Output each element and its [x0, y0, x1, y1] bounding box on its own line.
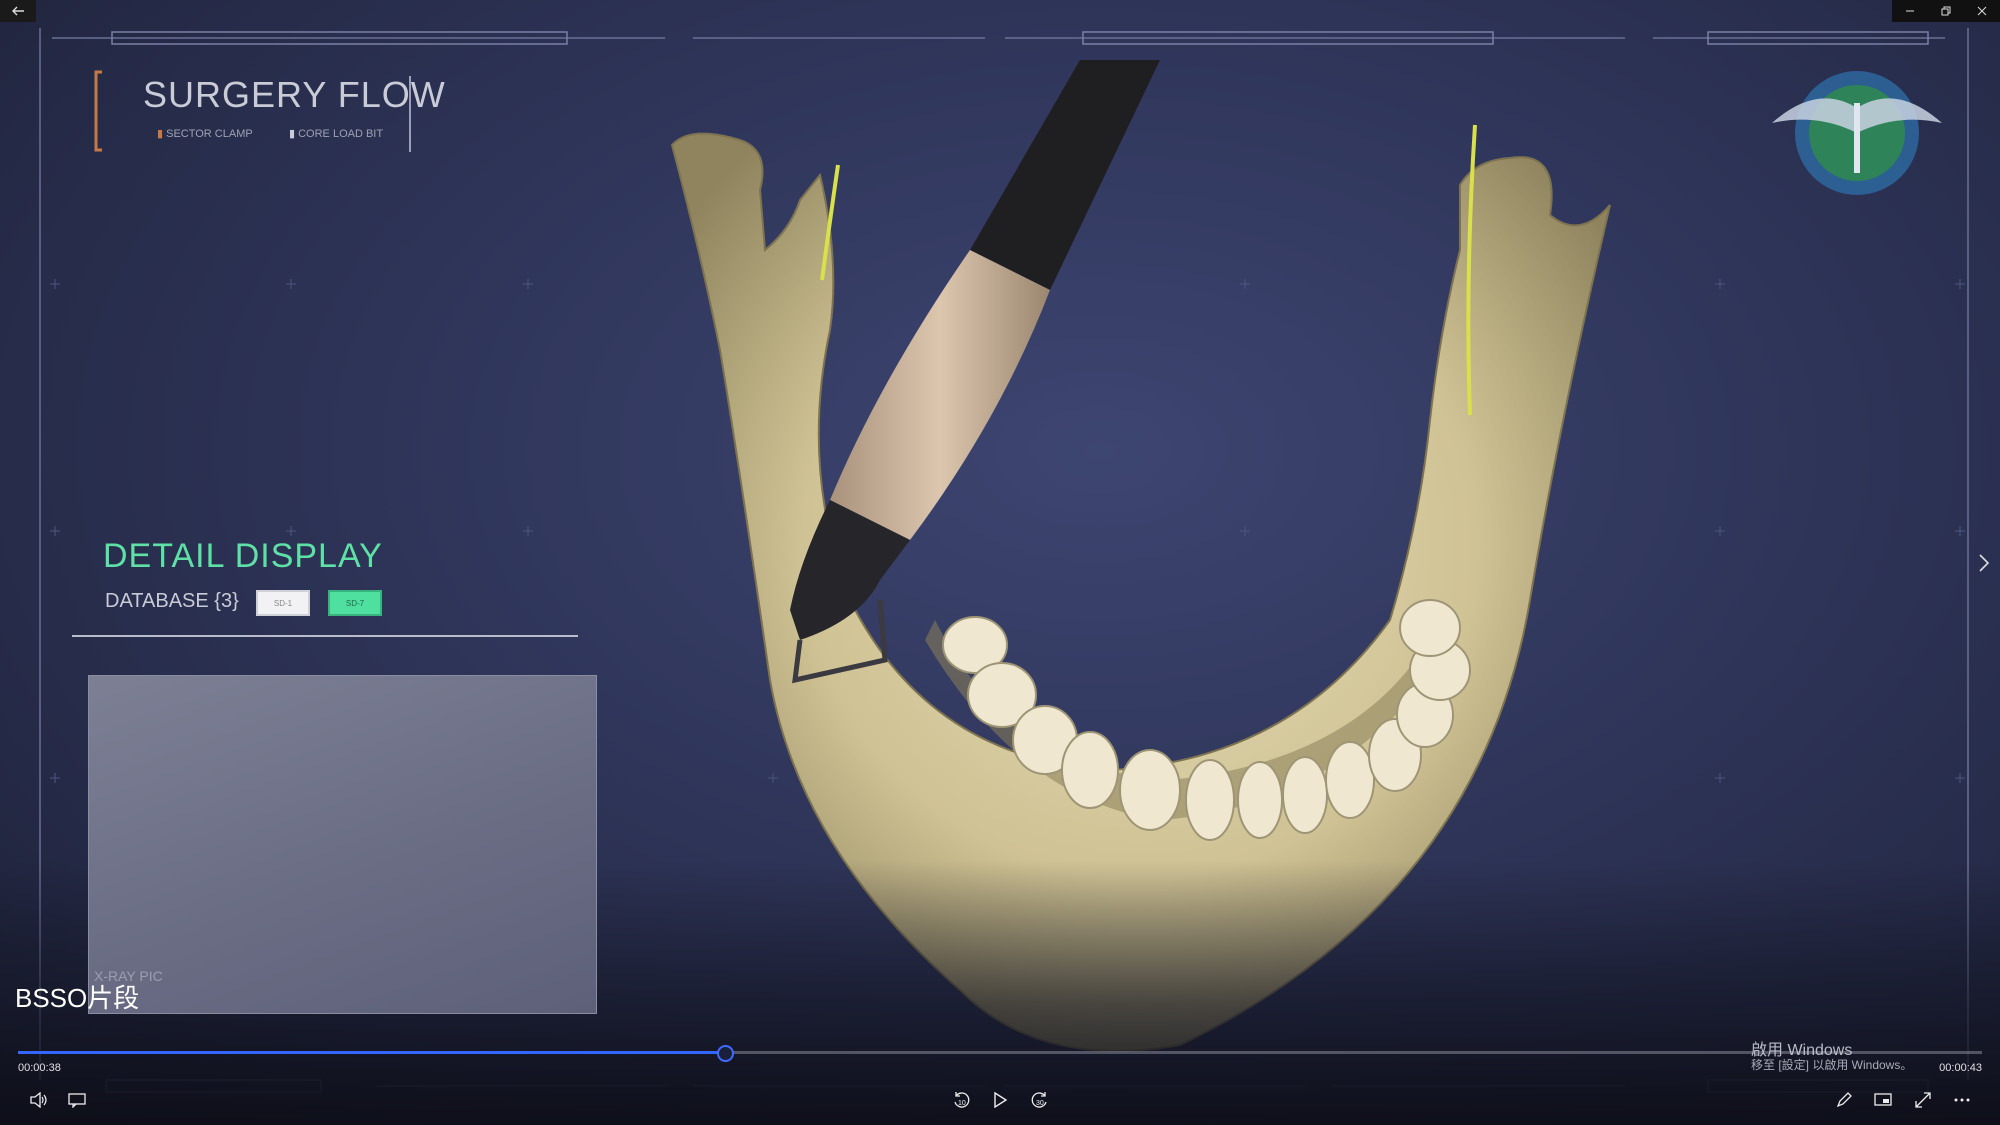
database-chip-active: SD-7	[328, 590, 382, 616]
surgery-flow-title: SURGERY FLOW	[143, 74, 446, 115]
play-button[interactable]	[984, 1084, 1016, 1116]
skip-forward-30-icon: 30	[1031, 1092, 1047, 1108]
progress-bar[interactable]	[18, 1045, 1982, 1062]
back-arrow-icon	[12, 6, 24, 16]
close-icon	[1977, 6, 1987, 16]
minimize-icon	[1906, 10, 1914, 12]
chevron-right-icon	[1979, 554, 1990, 572]
hospital-emblem-icon	[1772, 71, 1942, 195]
clip-title: BSSO片段	[15, 983, 140, 1013]
remaining-time: 00:00:43	[1939, 1062, 1982, 1074]
skip-forward-button[interactable]: 30	[1024, 1084, 1056, 1116]
volume-icon	[30, 1092, 47, 1108]
pen-icon	[1836, 1092, 1852, 1108]
database-chip: SD-1	[256, 590, 310, 616]
skip-back-button[interactable]: 10	[945, 1084, 977, 1116]
surgery-item-core-load: ▮ CORE LOAD BIT	[289, 128, 384, 140]
progress-fill	[18, 1051, 726, 1054]
restore-button[interactable]	[1928, 0, 1964, 22]
subtitles-button[interactable]	[61, 1084, 93, 1116]
restore-icon	[1941, 6, 1951, 16]
svg-text:10: 10	[958, 1100, 966, 1107]
more-options-button[interactable]	[1946, 1084, 1978, 1116]
database-label: DATABASE {3}	[105, 590, 239, 612]
volume-button[interactable]	[22, 1084, 54, 1116]
windows-activation-hint: 移至 [設定] 以啟用 Windows。	[1751, 1058, 1913, 1072]
xray-panel	[88, 675, 597, 1014]
skip-back-10-icon: 10	[954, 1092, 970, 1108]
back-button[interactable]	[0, 0, 36, 22]
surgery-item-sector-clamp: ▮ SECTOR CLAMP	[157, 128, 253, 140]
fullscreen-icon	[1915, 1092, 1931, 1108]
more-icon	[1954, 1098, 1970, 1102]
next-button[interactable]	[1972, 548, 1996, 578]
bar-chart-icon: ▮	[289, 128, 299, 140]
elapsed-time: 00:00:38	[18, 1062, 61, 1074]
miniplayer-icon	[1874, 1093, 1892, 1106]
svg-text:30: 30	[1036, 1100, 1044, 1107]
window-controls	[1892, 0, 2000, 22]
minimize-button[interactable]	[1892, 0, 1928, 22]
edit-button[interactable]	[1828, 1084, 1860, 1116]
detail-display-title: DETAIL DISPLAY	[103, 537, 383, 575]
surgical-saw-tool	[790, 60, 1160, 684]
close-button[interactable]	[1964, 0, 2000, 22]
bar-chart-icon: ▮	[157, 128, 167, 140]
subtitles-icon	[68, 1093, 86, 1108]
progress-thumb[interactable]	[717, 1045, 735, 1062]
fullscreen-button[interactable]	[1907, 1084, 1939, 1116]
play-icon	[994, 1091, 1008, 1109]
miniplayer-button[interactable]	[1867, 1084, 1899, 1116]
